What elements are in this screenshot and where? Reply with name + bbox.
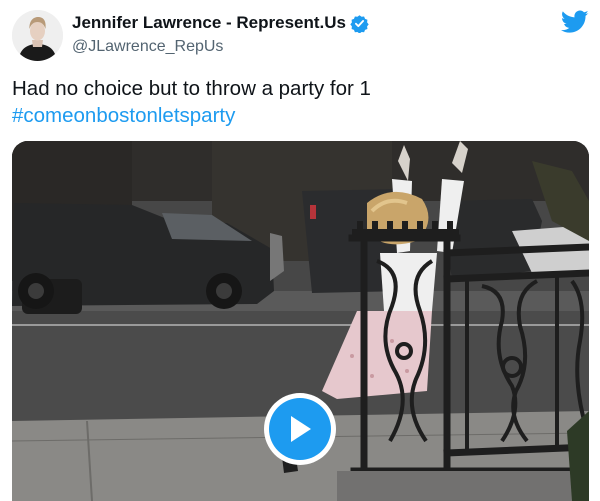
author-display-name[interactable]: Jennifer Lawrence - Represent.Us xyxy=(72,13,369,34)
play-icon xyxy=(269,398,331,460)
twitter-bird-icon[interactable] xyxy=(560,10,589,34)
profile-photo xyxy=(12,10,63,61)
tweet-body: Had no choice but to throw a party for 1 xyxy=(12,77,371,100)
play-button[interactable] xyxy=(264,393,336,465)
embedded-tweet: Jennifer Lawrence - Represent.Us @JLawre… xyxy=(0,0,600,501)
hashtag-link[interactable]: #comeonbostonletsparty xyxy=(12,102,582,129)
author-name-text: Jennifer Lawrence - Represent.Us xyxy=(72,13,346,32)
verified-badge-icon xyxy=(350,14,369,34)
author-handle[interactable]: @JLawrence_RepUs xyxy=(72,38,223,56)
avatar[interactable] xyxy=(12,10,63,61)
tweet-text: Had no choice but to throw a party for 1… xyxy=(12,75,582,129)
video-player[interactable] xyxy=(12,141,589,501)
